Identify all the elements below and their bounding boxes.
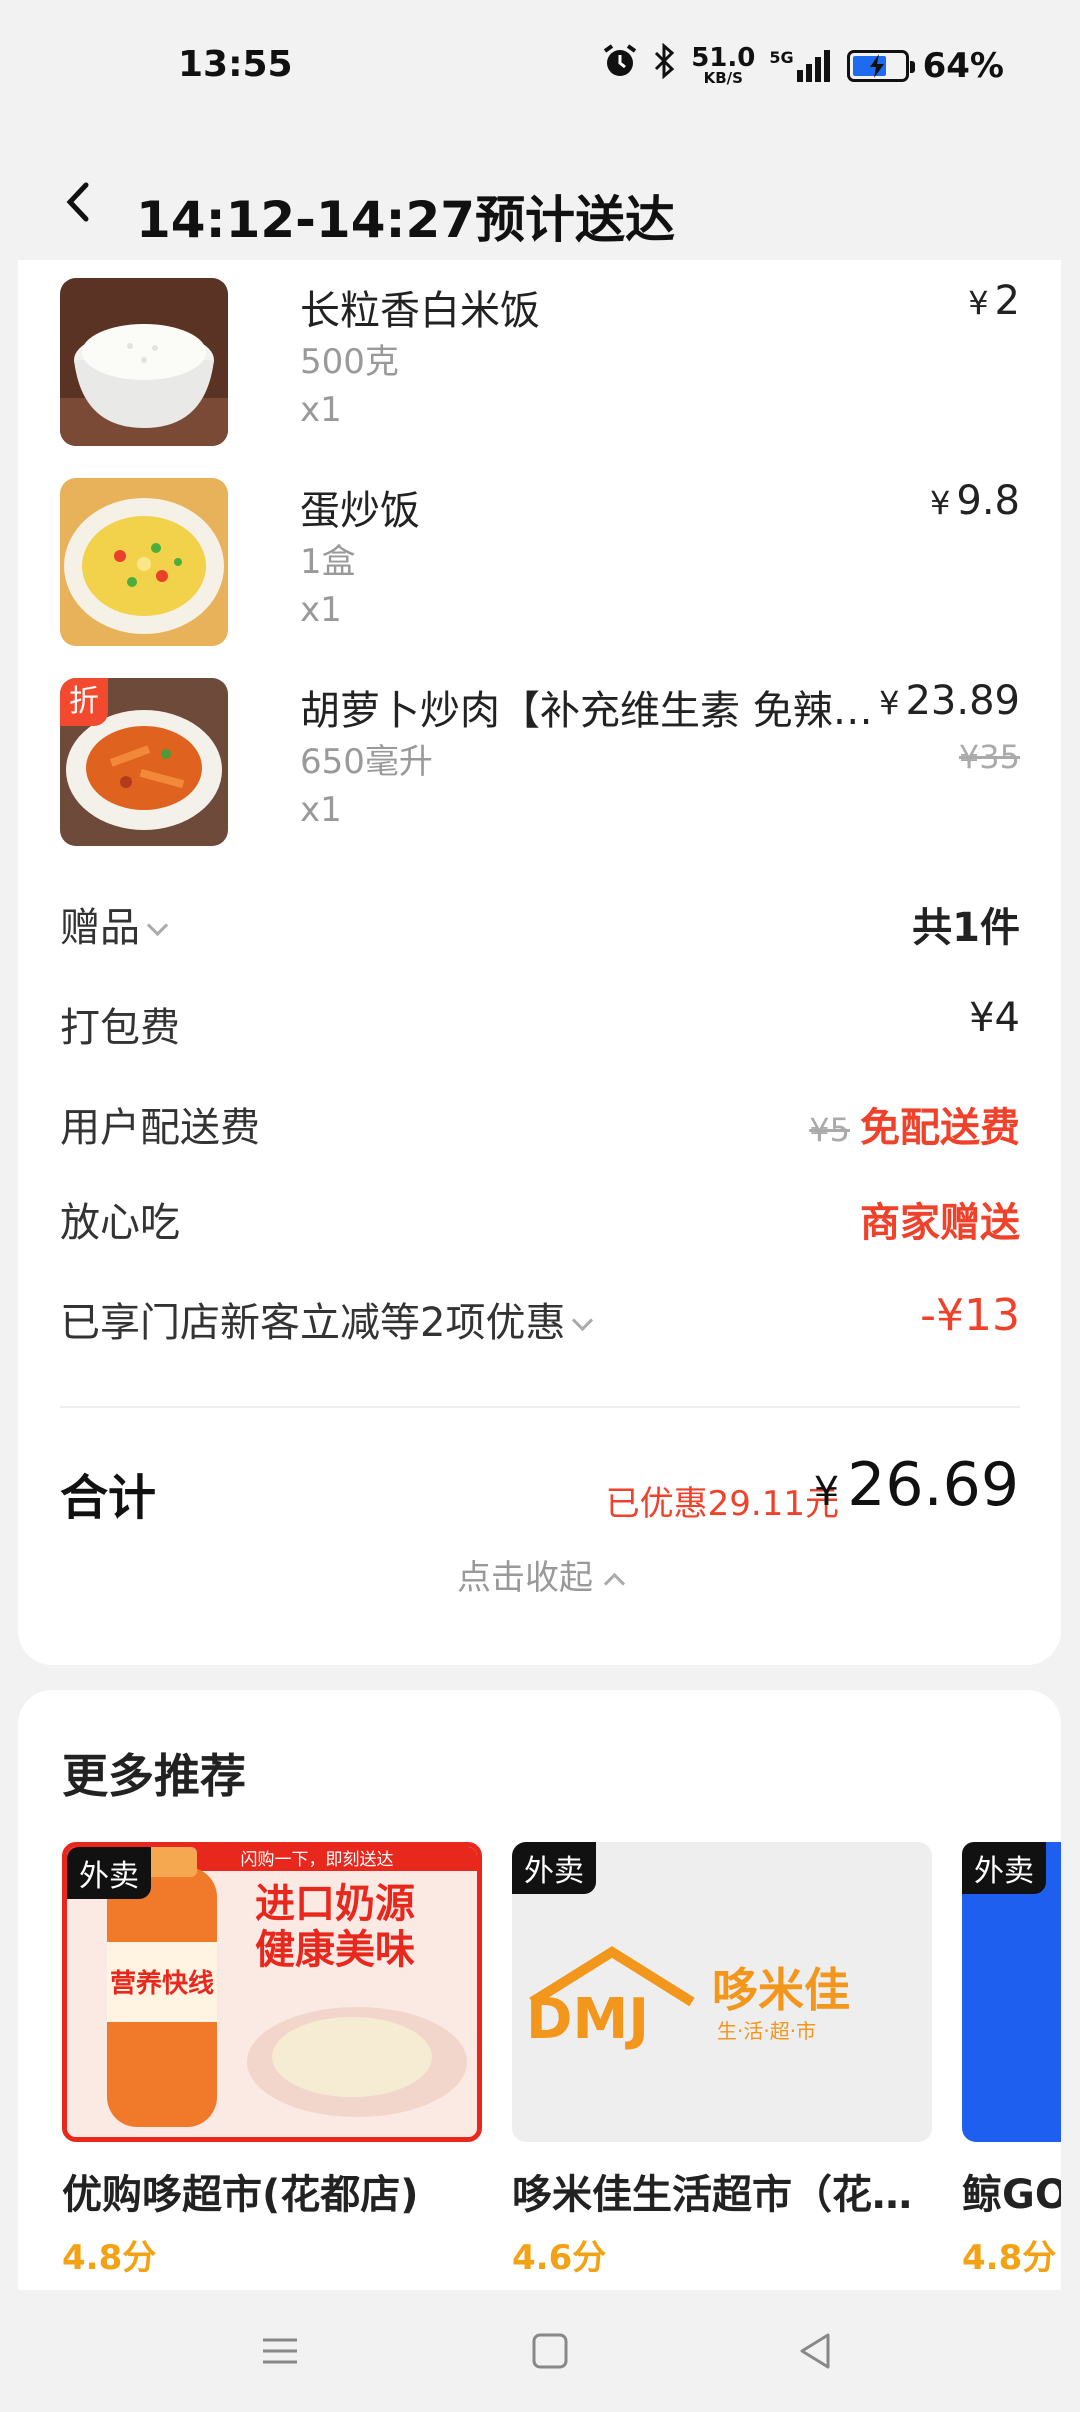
divider [60,1406,1020,1408]
gift-row[interactable]: 赠品 共1件 [60,895,1020,955]
delivery-fee-row: 用户配送费 ¥5 免配送费 [60,1095,1020,1155]
total-amount: ¥26.69 [813,1450,1019,1520]
assurance-label: 放心吃 [60,1200,180,1246]
back-arrow-icon[interactable] [58,182,98,222]
system-nav-bar [0,2290,1080,2412]
recommendation-item[interactable]: 外卖 鲸GO 4.8分 [962,1842,1061,2282]
item-qty: x1 [300,590,342,630]
recommendation-item[interactable]: 闪购一下，即刻送达 进口奶源 健康美味 营养快线 外卖 优购哆超市(花都店) 4… [62,1842,482,2282]
page-header: 14:12-14:27预计送达 [0,130,1080,260]
bottle-label-text: 营养快线 [110,1968,214,1999]
order-item[interactable]: 折 胡萝卜炒肉【补充维生素 免辣… 650毫升 x1 ¥23.89 ¥35 [60,678,1020,848]
item-spec: 650毫升 [300,742,433,782]
recommendation-item[interactable]: DMJ 哆米佳 生·活·超·市 外卖 哆米佳生活超市（花… 4.6分 [512,1842,932,2282]
item-price: ¥2 [968,278,1020,324]
status-bar: 13:55 51.0 KB/S 5G 64% [0,0,1080,130]
store-name: 鲸GO [962,2172,1061,2218]
delivery-fee-original: ¥5 [809,1111,850,1149]
home-icon[interactable] [525,2326,575,2376]
discount-badge: 折 [60,678,108,726]
page-title: 14:12-14:27预计送达 [136,191,676,249]
saved-amount: 已优惠29.11元 [605,1484,839,1524]
battery-icon [846,49,915,82]
discount-label: 已享门店新客立减等2项优惠 [60,1290,594,1348]
banner-top-text: 闪购一下，即刻送达 [241,1850,394,1870]
packing-fee-value: ¥4 [969,995,1020,1041]
delivery-fee-value: ¥5 免配送费 [809,1105,1020,1151]
store-score: 4.8分 [962,2238,1057,2278]
packing-fee-row: 打包费 ¥4 [60,995,1020,1055]
battery-percent: 64% [922,45,1004,86]
store-name: 优购哆超市(花都店) [62,2172,419,2218]
order-item[interactable]: 蛋炒饭 1盒 x1 ¥9.8 [60,478,1020,648]
order-detail-card: 长粒香白米饭 500克 x1 ¥2 蛋炒饭 1盒 x1 ¥9.8 折 胡萝卜炒肉… [18,260,1061,1665]
delivery-tag: 外卖 [512,1842,596,1894]
item-name: 胡萝卜炒肉【补充维生素 免辣… [300,688,873,734]
delivery-tag: 外卖 [962,1842,1046,1894]
bluetooth-icon [653,42,677,88]
gift-label: 赠品 [60,895,169,953]
item-qty: x1 [300,790,342,830]
chevron-down-icon [146,914,169,937]
status-time: 13:55 [178,44,293,85]
item-qty: x1 [300,390,342,430]
egg-fried-rice-image [60,478,228,646]
logo-letters: DMJ [526,1987,649,2052]
assurance-value: 商家赠送 [860,1200,1020,1246]
total-label: 合计 [60,1470,157,1526]
store-banner-image: 闪购一下，即刻送达 进口奶源 健康美味 营养快线 外卖 [62,1842,482,2142]
item-original-price: ¥35 [958,738,1020,776]
order-item[interactable]: 长粒香白米饭 500克 x1 ¥2 [60,278,1020,448]
logo-chinese: 哆米佳 [712,1963,850,2017]
chevron-up-icon [603,1572,626,1595]
discount-row[interactable]: 已享门店新客立减等2项优惠 -¥13 [60,1290,1020,1350]
net-speed: 51.0 KB/S [691,42,756,87]
banner-main-text-1: 进口奶源 [255,1881,415,1927]
store-score: 4.8分 [62,2238,157,2278]
banner-main-text-2: 健康美味 [255,1927,415,1973]
recommendations-card: 更多推荐 闪购一下，即刻送达 进口奶源 健康美味 营养快线 外卖 优购哆超市(花… [18,1690,1061,2290]
signal-5g-icon: 5G [769,49,832,82]
rice-bowl-image [60,278,228,446]
item-price: ¥9.8 [930,478,1020,524]
assurance-row: 放心吃 商家赠送 [60,1190,1020,1250]
status-icons: 51.0 KB/S 5G 64% [601,42,1004,89]
item-price: ¥23.89 [879,678,1020,724]
store-logo-image: DMJ 哆米佳 生·活·超·市 外卖 [512,1842,932,2142]
back-icon[interactable] [790,2326,840,2376]
item-spec: 500克 [300,342,399,382]
store-name: 哆米佳生活超市（花… [512,2172,912,2218]
alarm-icon [601,42,639,89]
chevron-down-icon [572,1309,594,1332]
packing-fee-label: 打包费 [60,1005,180,1051]
item-name: 长粒香白米饭 [300,288,540,334]
menu-icon[interactable] [255,2326,305,2376]
carrot-pork-image: 折 [60,678,228,846]
store-score: 4.6分 [512,2238,607,2278]
item-spec: 1盒 [300,542,356,582]
collapse-button[interactable]: 点击收起 [18,1550,1061,1599]
discount-value: -¥13 [920,1290,1020,1341]
logo-subtitle: 生·活·超·市 [717,2019,816,2043]
delivery-tag: 外卖 [67,1847,151,1899]
recommendations-title: 更多推荐 [62,1749,246,1803]
gift-count: 共1件 [912,905,1020,951]
delivery-fee-label: 用户配送费 [60,1105,260,1151]
item-name: 蛋炒饭 [300,488,420,534]
